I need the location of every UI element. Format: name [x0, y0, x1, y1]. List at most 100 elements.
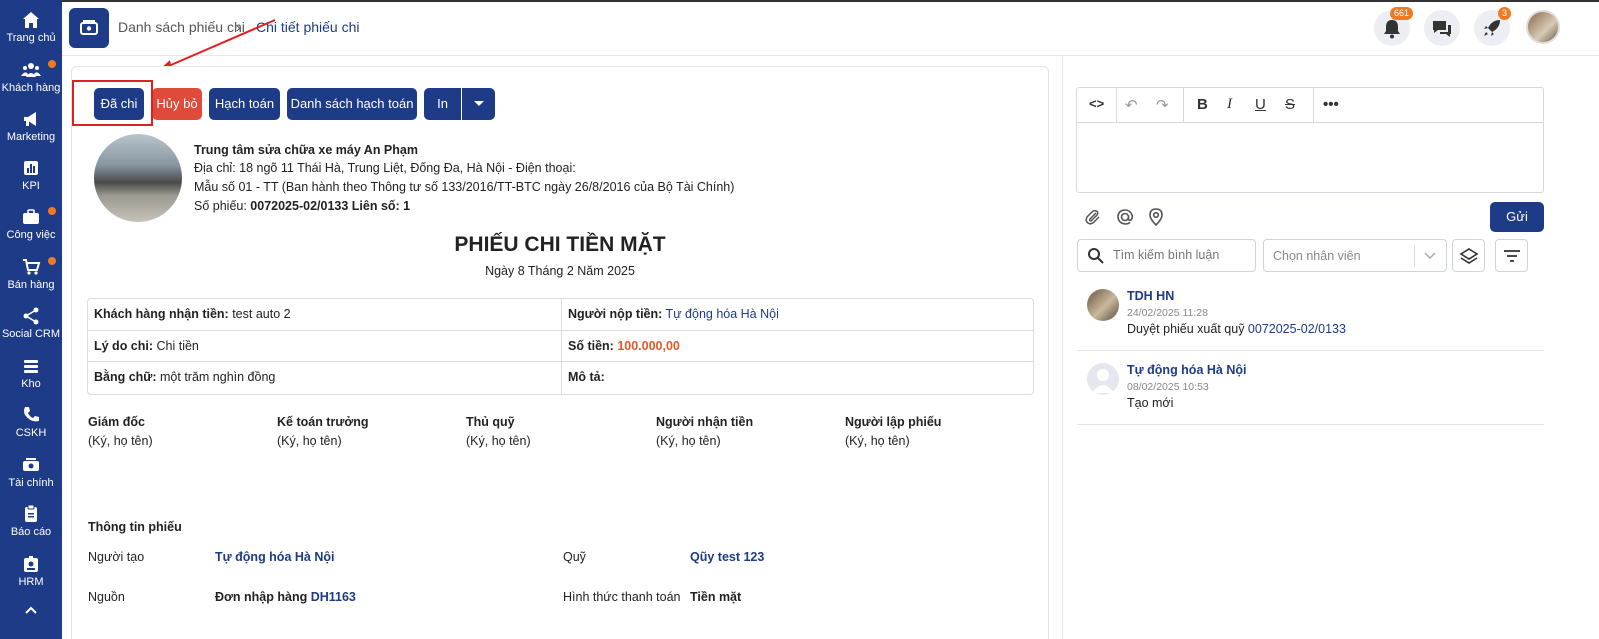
sidebar-item-label: Báo cáo [10, 526, 52, 538]
comment-item: TDH HN 24/02/2025 11:28 Duyệt phiếu xuất… [1077, 289, 1544, 351]
fund-label: Quỹ [563, 550, 586, 564]
signature-recipient: Người nhận tiền (Ký, họ tên) [656, 415, 754, 448]
comment-time: 08/02/2025 10:53 [1127, 381, 1209, 393]
sidebar-item-hrm[interactable]: HRM [0, 554, 62, 588]
employee-select[interactable]: Chọn nhân viên [1263, 239, 1447, 272]
payment-method-label: Hình thức thanh toán [563, 590, 681, 604]
signature-cashier: Thủ quỹ (Ký, họ tên) [466, 415, 531, 448]
sidebar: Trang chủ Khách hàng Marketing KPI Công … [0, 0, 62, 639]
bold-icon[interactable]: B [1197, 96, 1208, 113]
sidebar-item-label: Tài chính [8, 477, 54, 489]
divider [1414, 246, 1415, 266]
share-icon [23, 307, 39, 325]
layers-icon [1459, 248, 1479, 264]
id-card-icon [24, 556, 38, 572]
more-options-icon[interactable]: ••• [1323, 96, 1339, 113]
notifications-button[interactable]: 661 [1374, 7, 1414, 46]
briefcase-icon [23, 209, 39, 224]
quick-launch-count-badge: 3 [1498, 7, 1512, 20]
users-icon [21, 63, 41, 77]
comment-author[interactable]: TDH HN [1127, 289, 1174, 303]
company-logo [94, 134, 182, 222]
cash-icon [23, 458, 39, 471]
table-row: Khách hàng nhận tiền: test auto 2 Người … [88, 299, 1033, 331]
fund-value[interactable]: Qũy test 123 [690, 550, 764, 564]
comment-link[interactable]: 0072025-02/0133 [1248, 322, 1346, 336]
cash-icon [80, 20, 98, 35]
company-name: Trung tâm sửa chữa xe máy An Phạm [194, 143, 418, 157]
editor-toolbar: <> ↶ ↷ B I U S ••• [1077, 88, 1543, 123]
sidebar-item-home[interactable]: Trang chủ [0, 10, 62, 44]
notification-dot [48, 257, 56, 265]
print-button[interactable]: In [424, 88, 461, 120]
layers-button[interactable] [1452, 239, 1485, 272]
caret-down-icon [473, 101, 484, 106]
sidebar-item-customers[interactable]: Khách hàng [0, 60, 62, 94]
sidebar-item-kpi[interactable]: KPI [0, 158, 62, 192]
voucher-info-table: Khách hàng nhận tiền: test auto 2 Người … [87, 298, 1034, 395]
chat-icon [1433, 21, 1451, 37]
voucher-title: PHIẾU CHI TIỀN MẶT [454, 233, 666, 256]
underline-icon[interactable]: U [1255, 96, 1266, 113]
home-icon [23, 12, 39, 28]
comment-author[interactable]: Tự động hóa Hà Nội [1127, 363, 1246, 377]
sidebar-item-label: Kho [21, 378, 41, 390]
comment-search [1077, 239, 1256, 272]
cart-icon [23, 259, 41, 275]
megaphone-icon [24, 112, 36, 126]
comment-text: Tạo mới [1127, 396, 1174, 410]
sidebar-item-customer-care[interactable]: CSKH [0, 405, 62, 439]
sidebar-item-label: KPI [22, 180, 40, 192]
avatar [1087, 289, 1119, 321]
comment-item: Tự động hóa Hà Nội 08/02/2025 10:53 Tạo … [1077, 363, 1544, 425]
chat-button[interactable] [1424, 10, 1460, 46]
module-home-button[interactable] [69, 8, 109, 48]
strikethrough-icon[interactable]: S [1285, 96, 1295, 113]
attachment-icon[interactable] [1084, 208, 1102, 226]
print-options-button[interactable] [462, 88, 495, 120]
send-button[interactable]: Gửi [1490, 202, 1544, 232]
company-address: Địa chỉ: 18 ngõ 11 Thái Hà, Trung Liệt, … [194, 161, 576, 175]
sidebar-item-marketing[interactable]: Marketing [0, 109, 62, 143]
redo-icon[interactable]: ↷ [1156, 96, 1169, 114]
chevron-up-icon [25, 606, 37, 614]
source-label: Nguồn [88, 590, 125, 604]
signature-director: Giám đốc (Ký, họ tên) [88, 415, 153, 448]
location-icon[interactable] [1146, 207, 1166, 227]
sidebar-item-social-crm[interactable]: Social CRM [0, 306, 62, 340]
filter-button[interactable] [1495, 239, 1528, 272]
accounting-list-button[interactable]: Danh sách hạch toán [287, 88, 417, 120]
comment-textarea[interactable] [1077, 123, 1543, 193]
italic-icon[interactable]: I [1227, 96, 1232, 113]
sidebar-item-label: Khách hàng [1, 82, 61, 94]
chart-icon [24, 161, 38, 175]
creator-value[interactable]: Tự động hóa Hà Nội [215, 550, 334, 564]
sidebar-item-tasks[interactable]: Công việc [0, 207, 62, 241]
payer-cell: Người nộp tiền: Tự động hóa Hà Nội [568, 307, 779, 321]
clipboard-icon [25, 504, 37, 522]
sidebar-item-label: Bán hàng [7, 279, 55, 291]
sidebar-item-reports[interactable]: Báo cáo [0, 504, 62, 538]
sidebar-item-label: HRM [18, 576, 44, 588]
sidebar-item-finance[interactable]: Tài chính [0, 455, 62, 489]
source-value: Đơn nhập hàng DH1163 [215, 590, 356, 604]
top-divider [62, 0, 1599, 2]
quick-launch-button[interactable]: 3 [1474, 7, 1512, 46]
comment-search-input[interactable] [1113, 248, 1251, 262]
cancel-button[interactable]: Hủy bỏ [152, 88, 202, 120]
sidebar-collapse-button[interactable] [0, 600, 62, 622]
search-icon [1088, 248, 1104, 264]
amount-cell: Số tiền: 100.000,00 [568, 338, 680, 353]
notification-count-badge: 661 [1390, 7, 1414, 20]
sidebar-item-sales[interactable]: Bán hàng [0, 257, 62, 291]
undo-icon[interactable]: ↶ [1125, 96, 1138, 114]
sidebar-item-warehouse[interactable]: Kho [0, 356, 62, 390]
source-code-link[interactable]: DH1163 [311, 590, 356, 604]
reason-cell: Lý do chi: Chi tiền [88, 330, 562, 362]
accounting-button[interactable]: Hạch toán [209, 88, 280, 120]
mention-icon[interactable] [1115, 207, 1135, 227]
sidebar-item-label: Công việc [6, 229, 56, 241]
highlight-box [72, 80, 153, 126]
code-view-icon[interactable]: <> [1089, 96, 1104, 111]
user-avatar[interactable] [1526, 10, 1560, 44]
